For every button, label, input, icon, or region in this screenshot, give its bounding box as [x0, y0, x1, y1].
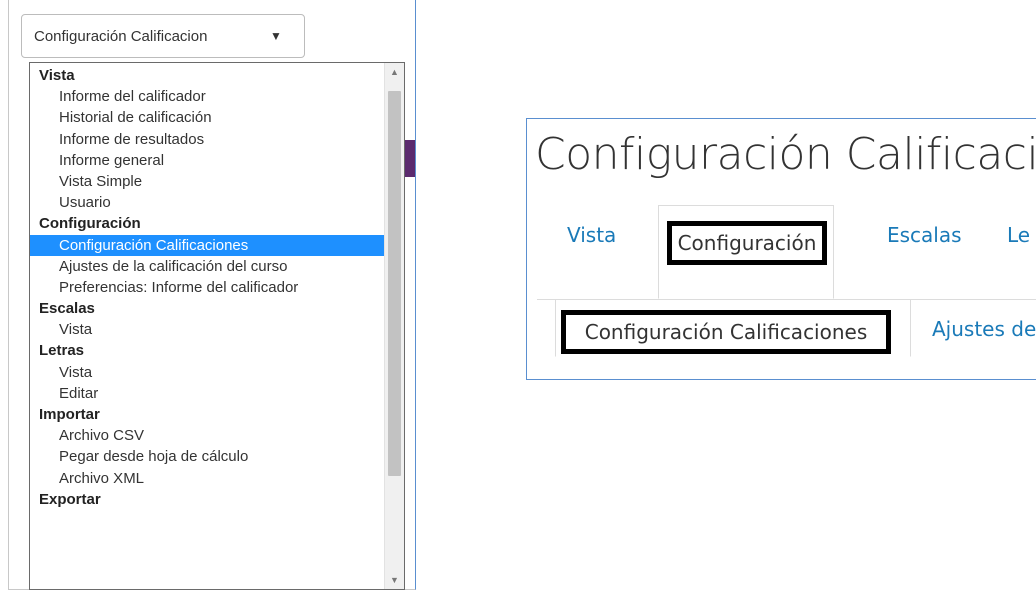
optgroup-label: Vista — [39, 67, 75, 84]
optgroup-label: Configuración — [39, 215, 141, 233]
dropdown-option[interactable]: Informe de resultados — [30, 129, 385, 150]
dropdown-option[interactable]: Historial de calificación — [30, 107, 385, 128]
tab-vista[interactable]: Vista — [567, 205, 616, 300]
tab-escalas[interactable]: Escalas — [887, 205, 962, 300]
optgroup-label: Escalas — [39, 300, 95, 318]
primary-tabs: Vista Configuración Escalas Le — [537, 205, 1036, 300]
select-current-value: Configuración Calificacion — [34, 27, 208, 45]
dropdown-scrollbar[interactable]: ▲ ▼ — [384, 63, 404, 589]
subtab-configuracion-calificaciones-highlight: Configuración Calificaciones — [561, 310, 891, 354]
scroll-up-arrow-icon[interactable]: ▲ — [385, 63, 404, 81]
secondary-tabs: Configuración Calificaciones Ajustes de — [537, 299, 1036, 357]
dropdown-option[interactable]: Vista Simple — [30, 171, 385, 192]
dropdown-option[interactable]: Preferencias: Informe del calificador — [30, 277, 385, 298]
background-page-accent — [405, 140, 415, 177]
dropdown-option[interactable]: Vista — [30, 319, 385, 340]
dropdown-option[interactable]: Archivo XML — [30, 468, 385, 489]
gradebook-navigation-select[interactable]: Configuración Calificacion ▼ — [21, 14, 305, 58]
optgroup-label: Letras — [39, 342, 85, 360]
dropdown-option[interactable]: Editar — [30, 383, 385, 404]
dropdown-arrow-icon: ▼ — [270, 29, 282, 43]
dropdown-option[interactable]: Usuario — [30, 192, 385, 213]
optgroup-label: Importar — [39, 406, 100, 423]
page-title: Configuración Calificacio — [535, 129, 1036, 180]
dropdown-option[interactable]: Informe general — [30, 150, 385, 171]
dropdown-option[interactable]: Informe del calificador — [30, 86, 385, 107]
subtab-ajustes[interactable]: Ajustes de — [932, 317, 1036, 341]
dropdown-options-list[interactable]: Vista Informe del calificador Historial de… — [29, 62, 405, 590]
dropdown-option[interactable]: Archivo CSV — [30, 425, 385, 446]
scroll-thumb[interactable] — [388, 91, 401, 476]
dropdown-items: Vista Informe del calificador Historial de… — [30, 65, 385, 510]
tab-configuracion[interactable]: Configuración — [658, 205, 834, 299]
settings-page-crop: Configuración Calificacio Vista Configur… — [526, 118, 1036, 380]
dropdown-option[interactable]: Vista — [30, 362, 385, 383]
optgroup-label: Exportar — [39, 490, 101, 508]
gradebook-navigation-panel: Configuración Calificacion ▼ Vista Inform… — [8, 0, 416, 590]
scroll-down-arrow-icon[interactable]: ▼ — [385, 571, 404, 589]
tab-letras[interactable]: Le — [1007, 205, 1030, 300]
dropdown-option[interactable]: Configuración Calificaciones — [30, 234, 385, 256]
dropdown-option[interactable]: Ajustes de la calificación del curso — [30, 256, 385, 277]
dropdown-option[interactable]: Pegar desde hoja de cálculo — [30, 446, 385, 467]
subtab-configuracion-calificaciones[interactable]: Configuración Calificaciones — [555, 299, 911, 357]
tab-configuracion-highlight: Configuración — [667, 221, 827, 265]
